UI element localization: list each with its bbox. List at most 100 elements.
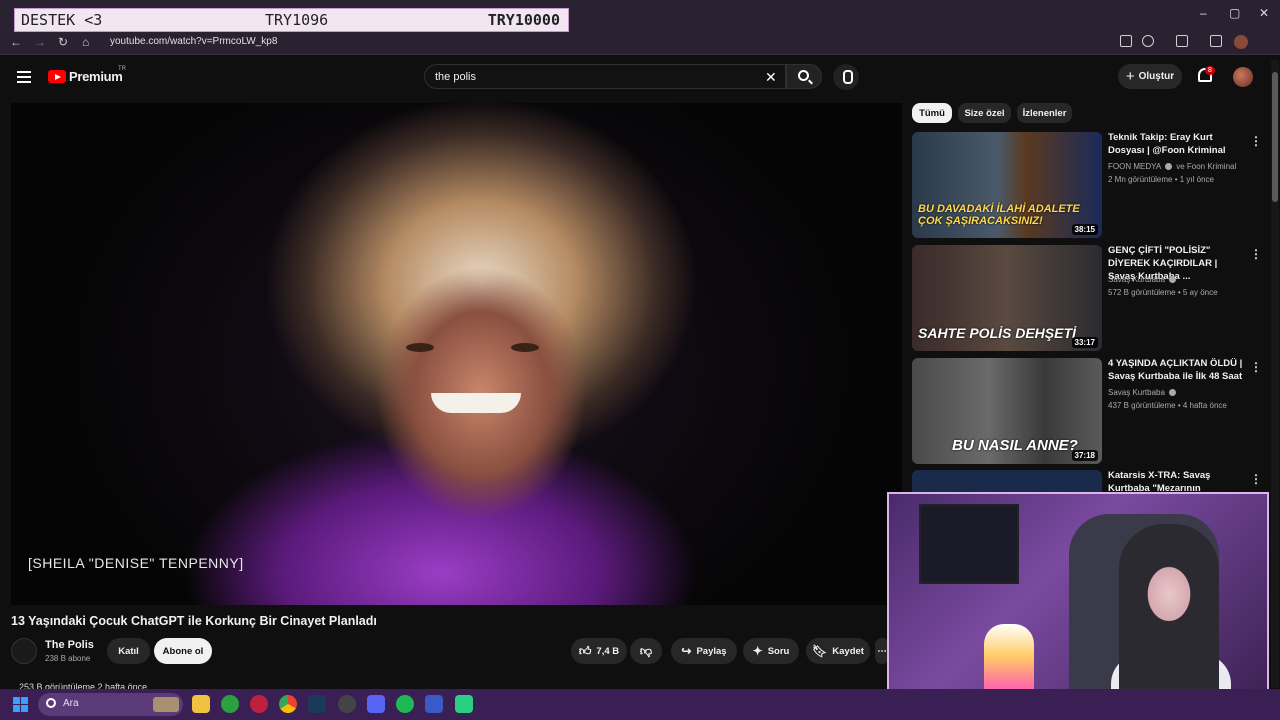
create-label: Oluştur	[1138, 71, 1175, 82]
recommendation-channel[interactable]: Savaş Kurtbaba	[1108, 275, 1178, 284]
recommendation-channel[interactable]: Savaş Kurtbaba	[1108, 388, 1178, 397]
menu-icon[interactable]	[17, 71, 31, 83]
join-button[interactable]: Katıl	[107, 638, 150, 664]
windows-start-icon[interactable]	[13, 697, 28, 712]
file-explorer-icon[interactable]	[192, 695, 210, 713]
sparkle-icon: ✦	[752, 644, 763, 658]
close-window-button[interactable]: ✕	[1259, 6, 1269, 20]
share-button[interactable]: ↪ Paylaş	[671, 638, 737, 664]
media-controls-icon[interactable]	[1210, 35, 1222, 47]
channel-extra: ve Foon Kriminal	[1176, 162, 1237, 171]
steam-icon[interactable]	[308, 695, 326, 713]
search-icon	[46, 698, 56, 708]
app-icon[interactable]	[425, 695, 443, 713]
chip-for-you[interactable]: Size özel	[958, 103, 1011, 123]
more-options-icon[interactable]: ⋮	[1250, 472, 1262, 486]
account-avatar[interactable]	[1233, 67, 1253, 87]
channel-name[interactable]: The Polis	[45, 639, 94, 651]
more-options-icon[interactable]: ⋮	[1250, 247, 1262, 261]
forward-button[interactable]: →	[34, 35, 46, 49]
obs-icon[interactable]	[338, 695, 356, 713]
logo-text: Premium	[69, 69, 123, 84]
recommendation-title[interactable]: 4 YAŞINDA AÇLIKTAN ÖLDÜ | Savaş Kurtbaba…	[1108, 358, 1246, 384]
verified-icon	[1169, 389, 1177, 397]
maximize-button[interactable]: ▢	[1229, 6, 1240, 20]
save-label: Kaydet	[832, 645, 864, 657]
video-duration: 33:17	[1071, 337, 1098, 348]
bookmark-icon: 🔖︎	[812, 644, 828, 658]
taskbar-search[interactable]: Ara	[38, 693, 183, 716]
webcam-person	[1119, 524, 1219, 713]
bookmark-star-icon[interactable]	[1142, 35, 1154, 47]
channel-label: Savaş Kurtbaba	[1108, 388, 1165, 397]
browser-profile-avatar[interactable]	[1234, 35, 1248, 49]
video-frame-detail	[406, 343, 434, 352]
recommendation-item[interactable]: SAHTE POLİS DEHŞETİ 33:17 GENÇ ÇİFTİ "PO…	[912, 245, 1272, 351]
video-thumbnail[interactable]: BU DAVADAKİ İLAHİ ADALETE ÇOK ŞAŞIRACAKS…	[912, 132, 1102, 238]
thumbs-down-icon: 👎︎	[639, 643, 653, 658]
more-options-icon[interactable]: ⋮	[1250, 134, 1262, 148]
banner-left-text: DESTEK <3	[21, 11, 103, 29]
video-thumbnail[interactable]: SAHTE POLİS DEHŞETİ 33:17	[912, 245, 1102, 351]
recommendation-meta: 572 B görüntüleme • 5 ay önce	[1108, 288, 1218, 297]
minimize-button[interactable]: –	[1200, 6, 1207, 20]
subscriber-count: 238 B abone	[45, 654, 91, 663]
windows-taskbar: Ara	[0, 689, 1280, 720]
discord-icon[interactable]	[367, 695, 385, 713]
back-button[interactable]: ←	[10, 35, 22, 49]
recommendation-item[interactable]: BU NASIL ANNE? 37:18 4 YAŞINDA AÇLIKTAN …	[912, 358, 1272, 464]
chrome-icon[interactable]	[279, 695, 297, 713]
video-frame-detail	[511, 343, 539, 352]
banner-goal-amount: TRY10000	[487, 11, 560, 29]
thumbs-up-icon: 👍︎	[578, 643, 592, 658]
logo-region: TR	[118, 66, 126, 72]
search-input[interactable]: the polis ✕	[424, 64, 786, 89]
search-value[interactable]: the polis	[435, 71, 476, 83]
recommendation-title[interactable]: Teknik Takip: Eray Kurt Dosyası | @Foon …	[1108, 132, 1246, 158]
spotify-icon[interactable]	[396, 695, 414, 713]
reload-button[interactable]: ↻	[58, 35, 68, 49]
cast-icon[interactable]	[1120, 35, 1132, 47]
video-duration: 37:18	[1071, 450, 1098, 461]
recommendation-channel[interactable]: FOON MEDYA ve Foon Kriminal	[1108, 162, 1236, 171]
scrollbar-thumb[interactable]	[1272, 72, 1278, 202]
app-icon[interactable]	[455, 695, 473, 713]
youtube-logo[interactable]: Premium	[48, 69, 123, 84]
thumbnail-text: SAHTE POLİS DEHŞETİ	[918, 324, 1076, 341]
video-player[interactable]: [SHEILA "DENISE" TENPENNY]	[11, 103, 902, 605]
search-icon	[798, 70, 809, 81]
chip-watched[interactable]: İzlenenler	[1017, 103, 1072, 123]
xbox-icon[interactable]	[221, 695, 239, 713]
search-button[interactable]	[786, 64, 822, 89]
share-label: Paylaş	[696, 645, 727, 657]
thumbnail-text: BU DAVADAKİ İLAHİ ADALETE ÇOK ŞAŞIRACAKS…	[918, 202, 1080, 228]
save-button[interactable]: 🔖︎ Kaydet	[806, 638, 870, 664]
opera-icon[interactable]	[250, 695, 268, 713]
voice-search-button[interactable]	[833, 64, 859, 90]
channel-avatar[interactable]	[11, 638, 37, 664]
like-button[interactable]: 👍︎ 7,4 B	[571, 638, 627, 664]
verified-icon	[1169, 276, 1177, 284]
subscribe-button[interactable]: Abone ol	[154, 638, 212, 664]
create-button[interactable]: + Oluştur	[1118, 64, 1182, 89]
taskbar-search-placeholder: Ara	[63, 698, 79, 709]
streamer-webcam-overlay	[887, 492, 1269, 715]
like-count: 7,4 B	[596, 645, 620, 657]
video-thumbnail[interactable]: BU NASIL ANNE? 37:18	[912, 358, 1102, 464]
ask-button[interactable]: ✦ Soru	[743, 638, 799, 664]
video-frame	[11, 103, 902, 605]
home-button[interactable]: ⌂	[82, 35, 89, 49]
extensions-icon[interactable]	[1176, 35, 1188, 47]
plus-icon: +	[1125, 68, 1135, 85]
more-options-icon[interactable]: ⋮	[1250, 360, 1262, 374]
clear-search-icon[interactable]: ✕	[765, 69, 777, 86]
video-duration: 38:15	[1071, 224, 1098, 235]
search-highlight-icon	[153, 697, 179, 712]
video-frame-detail	[431, 393, 521, 413]
video-title: 13 Yaşındaki Çocuk ChatGPT ile Korkunç B…	[11, 614, 377, 628]
recommendation-item[interactable]: BU DAVADAKİ İLAHİ ADALETE ÇOK ŞAŞIRACAKS…	[912, 132, 1272, 238]
url-field[interactable]: youtube.com/watch?v=PrmcoLW_kp8	[110, 36, 277, 47]
dislike-button[interactable]: 👎︎	[630, 638, 662, 664]
chip-all[interactable]: Tümü	[912, 103, 952, 123]
notification-badge: 8	[1205, 66, 1215, 75]
